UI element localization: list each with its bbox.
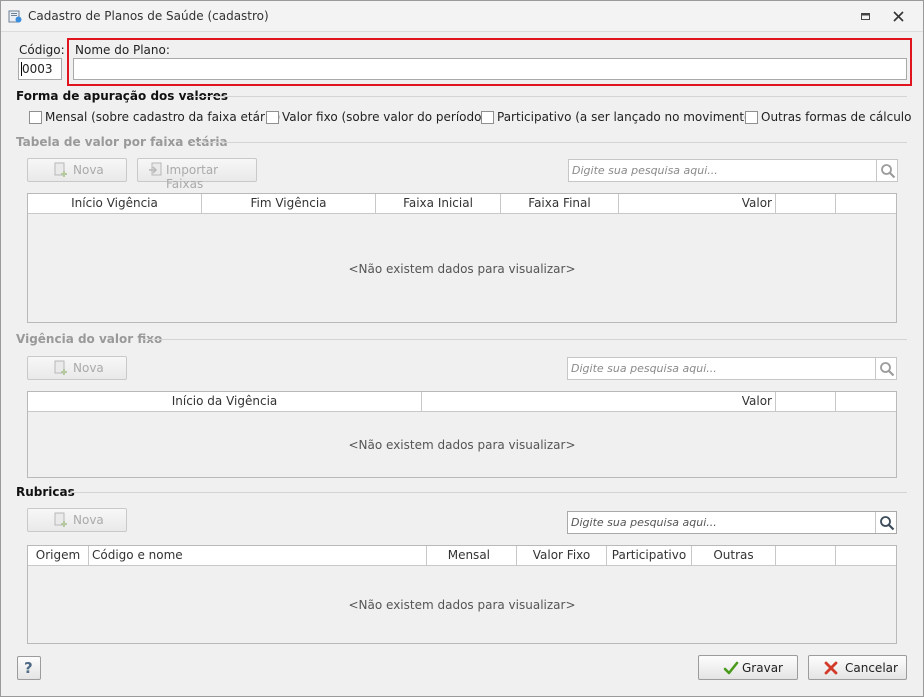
vigencia-nova-button[interactable]: Nova [27,356,127,380]
col-inicio-da-vigencia[interactable]: Início da Vigência [28,392,422,411]
col-faixa-final[interactable]: Faixa Final [501,194,619,213]
nome-plano-input[interactable] [73,58,907,80]
vigencia-table: Início da Vigência Valor <Não existem da… [27,391,897,478]
new-document-icon [54,162,67,177]
cancelar-label: Cancelar [845,661,898,675]
nome-plano-label: Nome do Plano: [75,43,170,57]
faixa-search-button[interactable] [876,160,897,181]
faixa-search-placeholder: Digite sua pesquisa aqui... [572,164,718,177]
help-icon: ? [24,659,33,677]
codigo-value: 0003 [22,62,53,76]
valor-fixo-label[interactable]: Valor fixo (sobre valor do período) [282,110,486,124]
outras-checkbox[interactable] [745,111,758,124]
import-icon [149,162,162,176]
vigencia-search-button[interactable] [875,358,896,379]
gravar-button[interactable]: Gravar [698,655,798,680]
col-extra-1 [776,194,836,213]
faixa-search-input[interactable]: Digite sua pesquisa aqui... [568,159,898,182]
col-faixa-inicial[interactable]: Faixa Inicial [376,194,501,213]
importar-faixas-label: Importar Faixas [166,163,219,191]
rubricas-table: Origem Código e nome Mensal Valor Fixo P… [27,545,897,644]
faixa-table: Início Vigência Fim Vigência Faixa Inici… [27,193,897,323]
faixa-empty-message: <Não existem dados para visualizar> [348,262,576,276]
mensal-label[interactable]: Mensal (sobre cadastro da faixa etária) [45,110,280,124]
col-fim-vigencia[interactable]: Fim Vigência [202,194,376,213]
search-icon [880,362,895,377]
col-extra-1 [776,392,836,411]
rubricas-empty-message: <Não existem dados para visualizar> [348,598,576,612]
col-extra-2 [836,546,896,565]
mensal-checkbox[interactable] [29,111,42,124]
col-outras[interactable]: Outras [692,546,776,565]
col-codigo-e-nome[interactable]: Código e nome [89,546,427,565]
col-origem[interactable]: Origem [28,546,89,565]
close-icon [893,11,904,22]
restore-icon [861,13,870,20]
col-valor[interactable]: Valor [619,194,776,213]
col-extra-2 [836,194,896,213]
col-valor-fixo[interactable]: Valor Fixo [517,546,607,565]
participativo-label[interactable]: Participativo (a ser lançado no moviment… [497,110,756,124]
faixa-nova-label: Nova [73,163,104,177]
col-inicio-vigencia[interactable]: Início Vigência [28,194,202,213]
new-document-icon [54,512,67,527]
vigencia-empty-message: <Não existem dados para visualizar> [348,438,576,452]
cancelar-button[interactable]: Cancelar [808,655,907,680]
col-extra-1 [776,546,836,565]
faixa-table-header: Início Vigência Fim Vigência Faixa Inici… [28,194,896,214]
text-caret [21,62,22,76]
app-icon [8,9,22,23]
faixa-nova-button[interactable]: Nova [27,158,127,182]
search-icon [881,164,896,179]
valor-fixo-checkbox[interactable] [266,111,279,124]
participativo-checkbox[interactable] [481,111,494,124]
vigencia-title: Vigência do valor fixo [16,332,163,346]
vigencia-search-input[interactable]: Digite sua pesquisa aqui... [567,357,897,380]
restore-button[interactable] [857,9,875,25]
rubricas-search-input[interactable]: Digite sua pesquisa aqui... [567,511,897,534]
help-button[interactable]: ? [17,656,41,680]
col-participativo[interactable]: Participativo [607,546,692,565]
search-icon [880,516,895,531]
vigencia-divider [142,339,907,340]
close-button[interactable] [890,8,908,25]
check-icon [723,661,739,675]
importar-faixas-button[interactable]: Importar Faixas [137,158,257,191]
rubricas-nova-button[interactable]: Nova [27,508,127,532]
col-mensal[interactable]: Mensal [427,546,517,565]
window-title: Cadastro de Planos de Saúde (cadastro) [28,9,269,23]
vigencia-nova-label: Nova [73,361,104,375]
new-document-icon [54,360,67,375]
rubricas-search-button[interactable] [875,512,896,533]
rubricas-nova-label: Nova [73,513,104,527]
col-valor[interactable]: Valor [422,392,776,411]
vigencia-search-placeholder: Digite sua pesquisa aqui... [571,362,717,375]
outras-label[interactable]: Outras formas de cálculo [761,110,912,124]
rubricas-title: Rubricas [16,485,75,499]
codigo-field[interactable]: 0003 [18,58,62,80]
rubricas-search-placeholder: Digite sua pesquisa aqui... [571,516,717,529]
gravar-label: Gravar [742,661,783,675]
rubricas-table-header: Origem Código e nome Mensal Valor Fixo P… [28,546,896,566]
rubricas-divider [70,492,907,493]
vigencia-table-header: Início da Vigência Valor [28,392,896,412]
codigo-label: Código: [19,43,65,57]
col-extra-2 [836,392,896,411]
faixa-divider [192,142,907,143]
apuracao-divider [192,96,907,97]
cancel-icon [824,661,838,675]
